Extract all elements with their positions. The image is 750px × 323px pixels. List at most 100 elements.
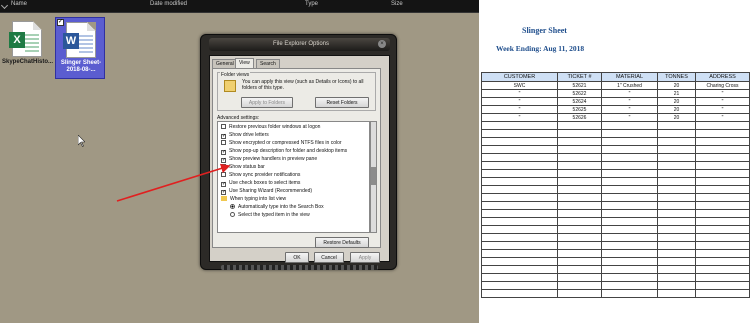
advanced-option[interactable]: Show pop-up description for folder and d… <box>221 148 369 155</box>
mouse-cursor-icon <box>78 135 85 147</box>
folder-views-description: You can apply this view (such as Details… <box>242 79 364 91</box>
checkbox-icon[interactable] <box>221 172 226 177</box>
table-cell <box>557 145 602 154</box>
column-size[interactable]: Size <box>391 1 403 7</box>
checkbox-icon[interactable] <box>221 182 226 187</box>
table-cell: " <box>695 113 750 122</box>
table-cell: " <box>601 97 658 106</box>
folder-icon <box>221 196 227 201</box>
advanced-option[interactable]: When typing into list view <box>221 196 369 203</box>
column-date-modified[interactable]: Date modified <box>150 1 187 7</box>
checkbox-icon[interactable] <box>221 134 226 139</box>
table-row <box>481 137 750 146</box>
checkbox-icon[interactable] <box>221 150 226 155</box>
table-cell <box>481 289 558 298</box>
table-cell: 52624 <box>557 97 602 106</box>
table-cell <box>601 145 658 154</box>
slinger-table: CUSTOMER TICKET # MATERIAL TONNES ADDRESS SW… <box>481 72 750 298</box>
table-cell <box>695 121 750 130</box>
advanced-option[interactable]: Show drive letters <box>221 132 369 139</box>
table-cell <box>557 169 602 178</box>
checkbox-icon[interactable] <box>221 190 226 195</box>
reset-folders-button[interactable]: Reset Folders <box>315 97 369 108</box>
radio-icon[interactable] <box>230 204 235 209</box>
folder-views-title: Folder views <box>220 72 251 78</box>
column-type[interactable]: Type <box>305 1 318 7</box>
table-row <box>481 193 750 202</box>
advanced-option[interactable]: Use Sharing Wizard (Recommended) <box>221 188 369 195</box>
table-header-cell: TICKET # <box>557 72 602 82</box>
table-row: SWC 52621 1" Crushed 20 Charing Cross <box>481 81 750 90</box>
column-name[interactable]: Name <box>11 1 27 7</box>
table-cell: " <box>695 105 750 114</box>
advanced-option-label: Select the typed item in the view <box>238 212 310 218</box>
table-cell <box>557 185 602 194</box>
table-cell <box>657 289 696 298</box>
chevron-up-icon[interactable] <box>0 1 9 10</box>
table-cell <box>657 153 696 162</box>
close-icon[interactable]: × <box>378 40 386 48</box>
file-item-slinger-sheet[interactable]: ✓ W Slinger Sheet-2018-08-... <box>55 17 105 79</box>
advanced-option[interactable]: Show preview handlers in preview pane <box>221 156 369 163</box>
table-cell <box>695 193 750 202</box>
table-row: " 52624 " 20 " <box>481 97 750 106</box>
table-cell <box>481 193 558 202</box>
advanced-option-label: Show pop-up description for folder and d… <box>229 148 348 154</box>
table-cell <box>601 257 658 266</box>
checkbox-icon[interactable] <box>221 164 226 169</box>
apply-to-folders-button[interactable]: Apply to Folders <box>241 97 293 108</box>
selection-checkbox[interactable]: ✓ <box>57 19 64 26</box>
advanced-settings-scrollbar[interactable] <box>370 121 377 233</box>
advanced-option[interactable]: Restore previous folder windows at logon <box>221 124 369 131</box>
table-cell: " <box>481 105 558 114</box>
table-row: " 52626 " 20 " <box>481 113 750 122</box>
advanced-option[interactable]: Show sync provider notifications <box>221 172 369 179</box>
table-cell <box>657 193 696 202</box>
table-row <box>481 129 750 138</box>
table-cell <box>695 241 750 250</box>
checkbox-icon[interactable] <box>221 158 226 163</box>
table-cell <box>557 129 602 138</box>
advanced-option[interactable]: Automatically type into the Search Box <box>230 204 369 211</box>
checkbox-icon[interactable] <box>221 140 226 145</box>
tab-view[interactable]: View <box>235 58 254 68</box>
table-cell <box>695 161 750 170</box>
restore-defaults-button[interactable]: Restore Defaults <box>315 237 369 248</box>
table-cell: " <box>601 89 658 98</box>
advanced-option[interactable]: Use check boxes to select items <box>221 180 369 187</box>
apply-button[interactable]: Apply <box>350 252 380 263</box>
radio-icon[interactable] <box>230 212 235 217</box>
table-cell <box>657 273 696 282</box>
file-item-skype-chat-history[interactable]: X SkypeChatHisto... <box>2 17 53 79</box>
folder-views-group: Folder views You can apply this view (su… <box>217 72 376 111</box>
checkbox-icon[interactable] <box>221 124 226 129</box>
advanced-option[interactable]: Show status bar <box>221 164 369 171</box>
table-cell <box>601 153 658 162</box>
table-cell <box>601 217 658 226</box>
table-cell <box>695 169 750 178</box>
table-cell <box>657 137 696 146</box>
table-cell: 20 <box>657 105 696 114</box>
table-cell: 1" Crushed <box>601 81 658 90</box>
table-cell <box>557 241 602 250</box>
table-cell <box>601 169 658 178</box>
table-header-cell: ADDRESS <box>695 72 750 82</box>
table-cell <box>695 265 750 274</box>
table-cell <box>695 249 750 258</box>
advanced-option[interactable]: Select the typed item in the view <box>230 212 369 219</box>
table-cell: " <box>695 97 750 106</box>
dialog-title-bar[interactable]: File Explorer Options × <box>209 38 390 51</box>
table-cell <box>657 281 696 290</box>
table-cell: 20 <box>657 113 696 122</box>
table-row <box>481 177 750 186</box>
tab-general[interactable]: General <box>212 59 238 68</box>
table-cell <box>601 241 658 250</box>
table-cell: " <box>601 105 658 114</box>
tab-search[interactable]: Search <box>256 59 280 68</box>
table-cell: 52622 <box>557 89 602 98</box>
scrollbar-thumb[interactable] <box>371 167 376 185</box>
table-cell: " <box>481 97 558 106</box>
ok-button[interactable]: OK <box>285 252 309 263</box>
advanced-option[interactable]: Show encrypted or compressed NTFS files … <box>221 140 369 147</box>
cancel-button[interactable]: Cancel <box>314 252 344 263</box>
